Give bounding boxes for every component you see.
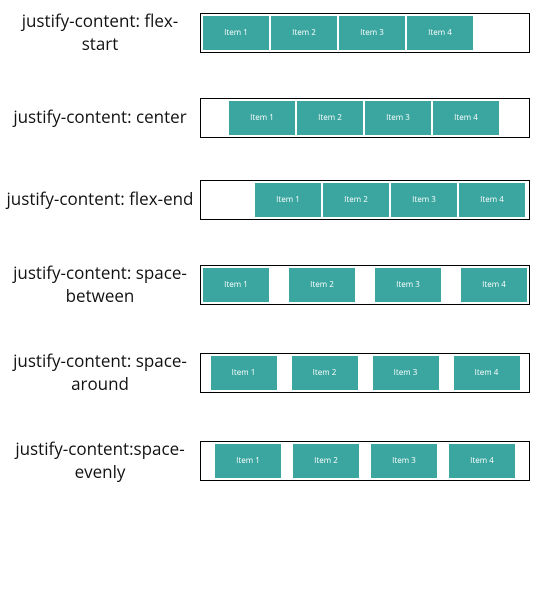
flex-container-flex-start: Item 1 Item 2 Item 3 Item 4 bbox=[200, 13, 530, 53]
example-label: justify-content: flex-start bbox=[0, 10, 200, 56]
flex-item: Item 3 bbox=[391, 183, 457, 217]
flex-container-space-evenly: Item 1 Item 2 Item 3 Item 4 bbox=[200, 441, 530, 481]
flex-item: Item 4 bbox=[454, 356, 520, 390]
flex-item: Item 3 bbox=[375, 268, 441, 302]
flex-item: Item 2 bbox=[271, 16, 337, 50]
flex-item: Item 2 bbox=[297, 101, 363, 135]
flex-item: Item 4 bbox=[433, 101, 499, 135]
flex-item: Item 4 bbox=[459, 183, 525, 217]
flex-item: Item 3 bbox=[371, 444, 437, 478]
flex-item: Item 2 bbox=[292, 356, 358, 390]
example-row-space-between: justify-content: space-between Item 1 It… bbox=[0, 262, 540, 308]
flex-item: Item 2 bbox=[293, 444, 359, 478]
flex-item: Item 1 bbox=[255, 183, 321, 217]
flex-item: Item 2 bbox=[289, 268, 355, 302]
example-label: justify-content: space-between bbox=[0, 262, 200, 308]
example-label: justify-content: space-around bbox=[0, 350, 200, 396]
flex-container-flex-end: Item 1 Item 2 Item 3 Item 4 bbox=[200, 180, 530, 220]
example-row-flex-start: justify-content: flex-start Item 1 Item … bbox=[0, 10, 540, 56]
flex-item: Item 1 bbox=[211, 356, 277, 390]
flex-container-space-between: Item 1 Item 2 Item 3 Item 4 bbox=[200, 265, 530, 305]
example-row-space-around: justify-content: space-around Item 1 Ite… bbox=[0, 350, 540, 396]
flex-item: Item 4 bbox=[461, 268, 527, 302]
example-row-center: justify-content: center Item 1 Item 2 It… bbox=[0, 98, 540, 138]
flex-item: Item 4 bbox=[407, 16, 473, 50]
example-label: justify-content: flex-end bbox=[0, 188, 200, 211]
flex-item: Item 3 bbox=[339, 16, 405, 50]
flex-item: Item 4 bbox=[449, 444, 515, 478]
example-label: justify-content: center bbox=[0, 106, 200, 129]
example-label: justify-content:space-evenly bbox=[0, 438, 200, 484]
flex-item: Item 1 bbox=[229, 101, 295, 135]
flex-item: Item 1 bbox=[203, 16, 269, 50]
example-row-flex-end: justify-content: flex-end Item 1 Item 2 … bbox=[0, 180, 540, 220]
flex-item: Item 2 bbox=[323, 183, 389, 217]
flex-item: Item 1 bbox=[203, 268, 269, 302]
example-row-space-evenly: justify-content:space-evenly Item 1 Item… bbox=[0, 438, 540, 484]
flex-container-space-around: Item 1 Item 2 Item 3 Item 4 bbox=[200, 353, 530, 393]
flex-item: Item 3 bbox=[373, 356, 439, 390]
flex-container-center: Item 1 Item 2 Item 3 Item 4 bbox=[200, 98, 530, 138]
flex-item: Item 3 bbox=[365, 101, 431, 135]
flex-item: Item 1 bbox=[215, 444, 281, 478]
